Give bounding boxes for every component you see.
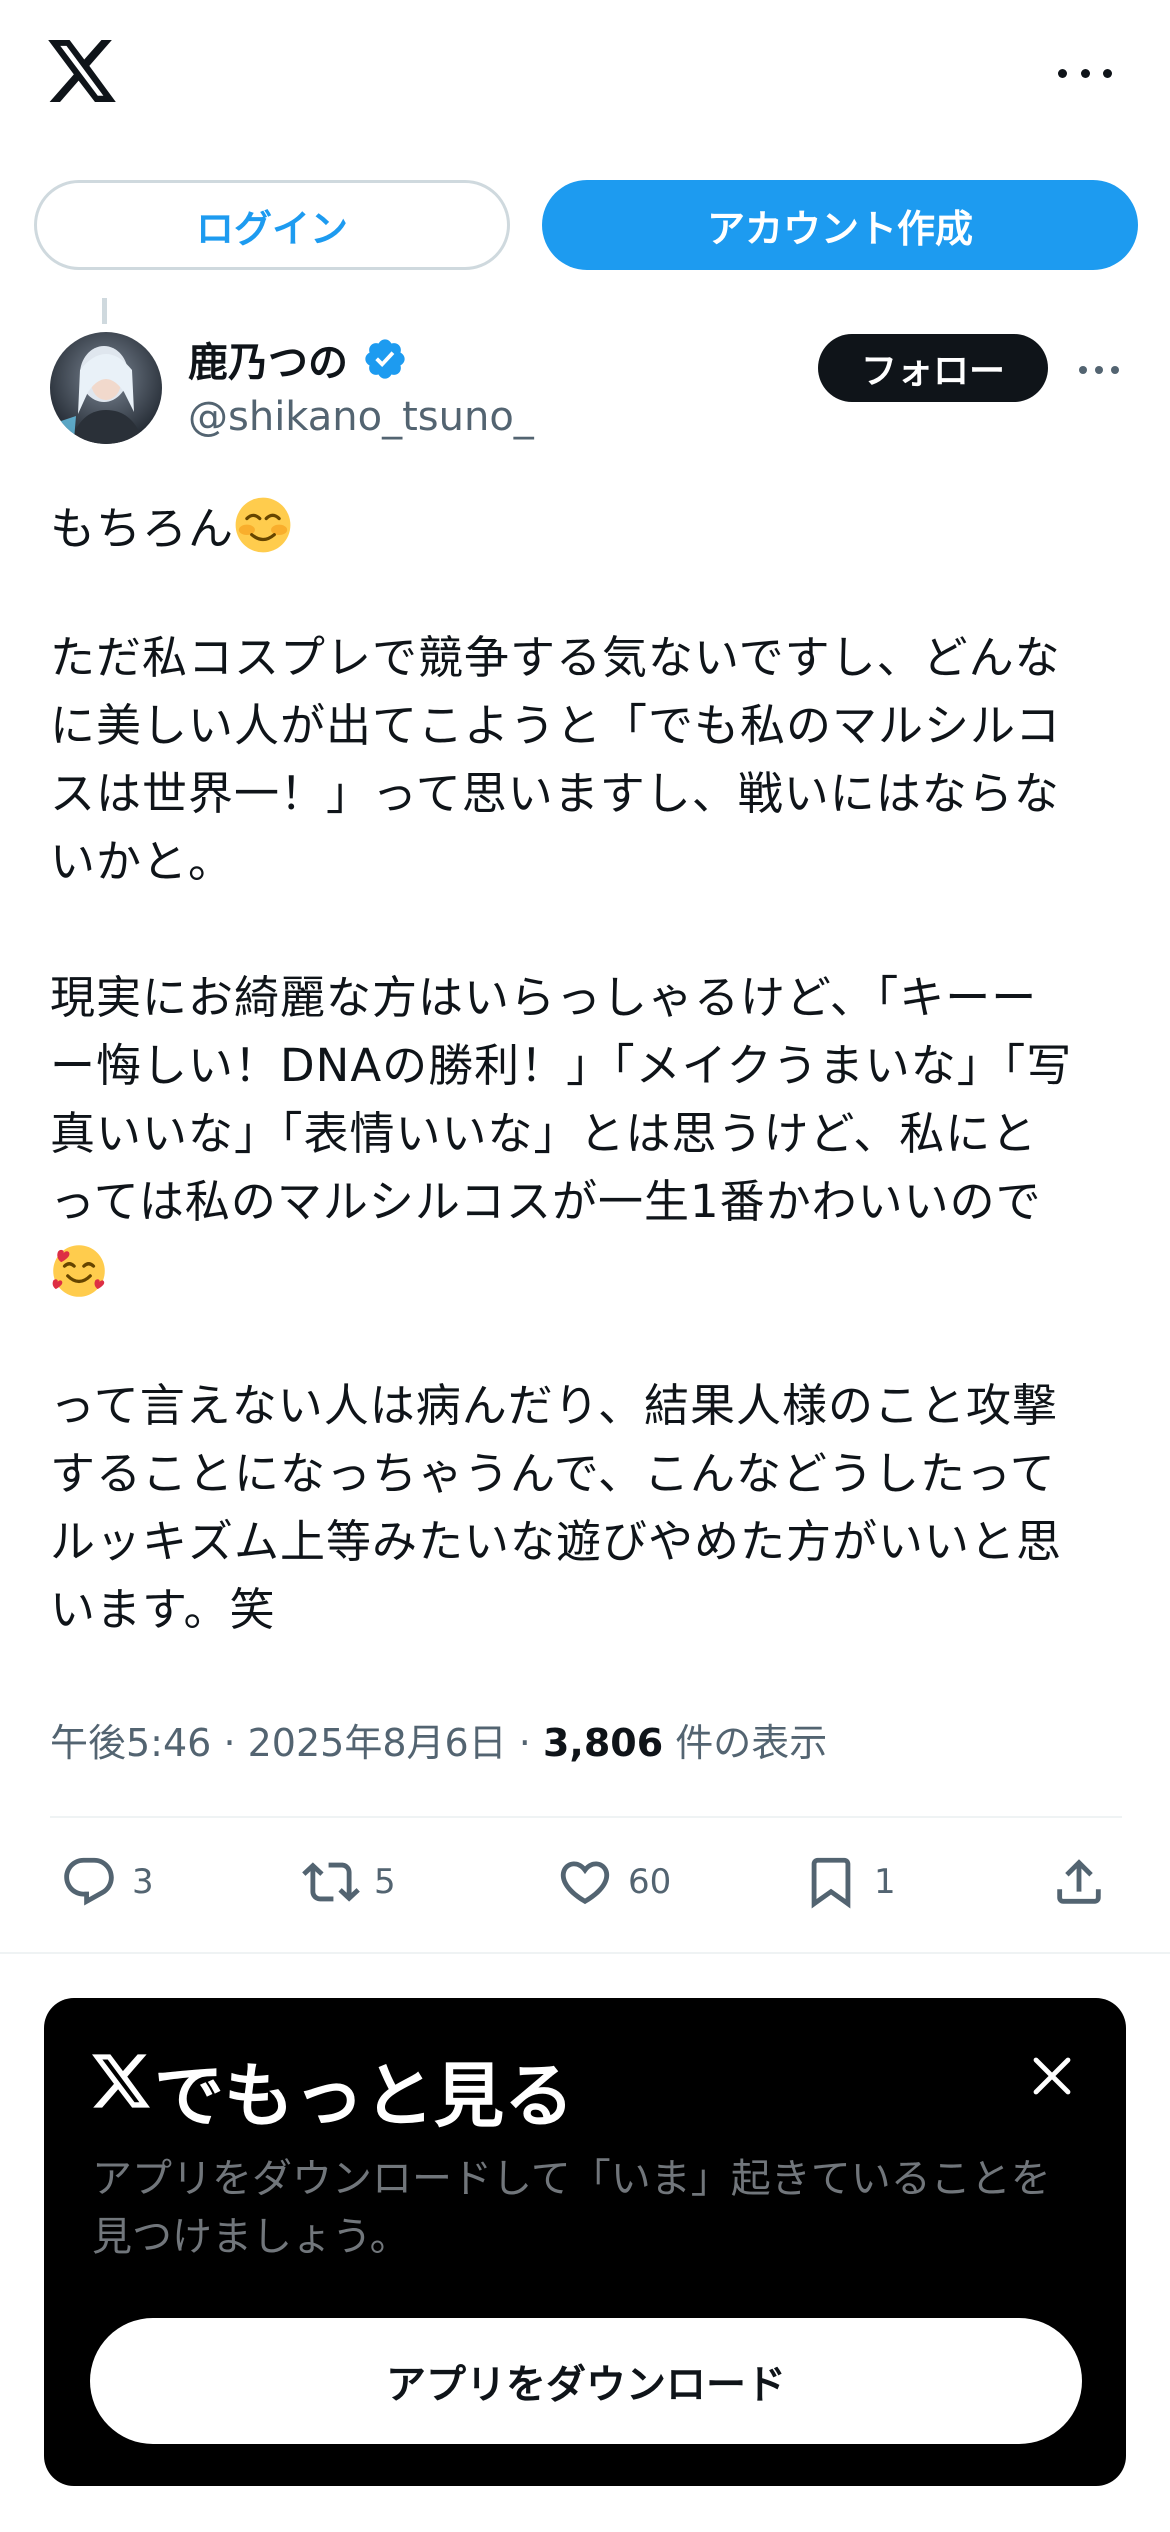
repost-count: 5 <box>374 1862 396 1902</box>
follow-button[interactable]: フォロー <box>818 334 1048 402</box>
heart-icon <box>560 1861 610 1905</box>
close-icon[interactable] <box>1028 2052 1076 2100</box>
tweet-line: スは世界一！」って思いますし、戦いにはならな <box>50 767 1060 820</box>
bookmark-count: 1 <box>874 1862 896 1902</box>
tweet-line <box>50 1242 108 1303</box>
tweet-line: ただ私コスプレで競争する気ないですし、どんな <box>50 631 1061 684</box>
tweet-line: いかと。 <box>50 835 235 888</box>
divider <box>50 1816 1122 1818</box>
reply-button[interactable]: 3 <box>60 1852 154 1912</box>
tweet-date[interactable]: 2025年8月6日 <box>248 1721 507 1765</box>
tweet-meta: 午後5:46 · 2025年8月6日 · 3,806 件の表示 <box>50 1712 827 1767</box>
tweet-line: ルッキズム上等みたいな遊びやめた方がいいと思 <box>50 1515 1063 1568</box>
author-handle[interactable]: @shikano_tsuno_ <box>188 394 534 440</box>
reply-icon <box>64 1857 114 1906</box>
tweet-line: っては私のマルシルコスが一生1番かわいいので <box>50 1175 1042 1228</box>
bookmark-icon <box>811 1857 851 1909</box>
reply-count: 3 <box>132 1862 154 1902</box>
repost-icon <box>302 1862 360 1902</box>
tweet-line: もちろん <box>50 496 292 557</box>
tweet-line: することになっちゃうんで、こんなどうしたって <box>50 1447 1056 1500</box>
meta-separator: · <box>223 1721 236 1765</box>
views-label: 件の表示 <box>675 1721 828 1765</box>
smiling-face-with-hearts-emoji <box>52 1245 105 1297</box>
like-count: 60 <box>628 1862 672 1902</box>
divider <box>0 1952 1170 1954</box>
tweet-line: って言えない人は病んだり、結果人様のこと攻撃 <box>50 1379 1058 1432</box>
tweet-line: に美しい人が出てこようと「でも私のマルシルコ <box>50 699 1062 752</box>
share-icon <box>1057 1859 1101 1904</box>
signup-button[interactable]: アカウント作成 <box>542 180 1138 270</box>
promo-description: アプリをダウンロードして「いま」起きていることを見つけましょう。 <box>92 2156 1051 2260</box>
x-logo-icon <box>92 2054 150 2108</box>
tweet-line: ー悔しい！DNAの勝利！」「メイクうまいな」「写 <box>50 1039 1073 1092</box>
avatar[interactable] <box>50 332 162 444</box>
tweet-line: 真いいな」「表情いいな」とは思うけど、私にと <box>50 1107 1038 1160</box>
download-app-button[interactable]: アプリをダウンロード <box>90 2318 1082 2444</box>
tweet-line: 現実にお綺麗な方はいらっしゃるけど、「キーー <box>50 971 1038 1024</box>
share-button[interactable] <box>1050 1852 1122 1912</box>
login-button[interactable]: ログイン <box>34 180 510 270</box>
repost-button[interactable]: 5 <box>302 1852 396 1912</box>
bookmark-button[interactable]: 1 <box>802 1852 896 1912</box>
views-count: 3,806 <box>542 1721 664 1765</box>
verified-badge-icon <box>365 339 405 379</box>
promo-title: でもっと見る <box>154 2055 574 2137</box>
meta-separator: · <box>518 1721 531 1765</box>
thread-connector <box>102 298 107 324</box>
smiling-face-emoji <box>235 497 291 553</box>
tweet-more-icon[interactable] <box>1079 365 1119 375</box>
x-logo-icon[interactable] <box>48 40 116 102</box>
like-button[interactable]: 60 <box>556 1852 671 1912</box>
author-name[interactable]: 鹿乃つの <box>188 330 348 388</box>
tweet-line: います。笑 <box>50 1583 276 1636</box>
more-options-icon[interactable] <box>1058 58 1112 88</box>
tweet-time[interactable]: 午後5:46 <box>50 1721 211 1765</box>
